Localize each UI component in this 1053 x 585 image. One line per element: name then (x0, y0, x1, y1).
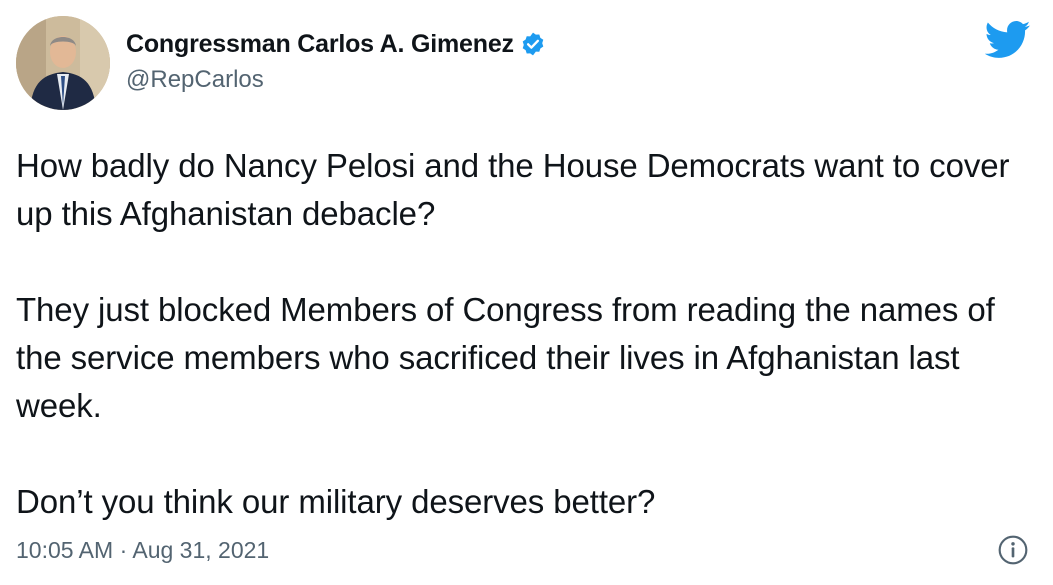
twitter-bird-icon[interactable] (984, 20, 1031, 60)
tweet-paragraph-3: Don’t you think our military deserves be… (16, 483, 656, 520)
verified-badge-icon (520, 31, 546, 57)
author-display-name[interactable]: Congressman Carlos A. Gimenez (126, 30, 514, 59)
display-name-row: Congressman Carlos A. Gimenez (126, 28, 546, 60)
avatar[interactable] (16, 16, 110, 110)
tweet-footer: 10:05 AM · Aug 31, 2021 (16, 530, 1037, 570)
author-identity: Congressman Carlos A. Gimenez @RepCarlos (126, 28, 546, 94)
author-handle[interactable]: @RepCarlos (126, 66, 546, 94)
tweet-header: Congressman Carlos A. Gimenez @RepCarlos (16, 16, 1037, 112)
tweet-timestamp[interactable]: 10:05 AM · Aug 31, 2021 (16, 537, 269, 563)
tweet-text: How badly do Nancy Pelosi and the House … (16, 142, 1036, 526)
tweet-paragraph-2: They just blocked Members of Congress fr… (16, 291, 995, 424)
info-icon[interactable] (997, 534, 1029, 566)
tweet-card: Congressman Carlos A. Gimenez @RepCarlos… (0, 0, 1053, 585)
tweet-paragraph-1: How badly do Nancy Pelosi and the House … (16, 147, 1010, 232)
